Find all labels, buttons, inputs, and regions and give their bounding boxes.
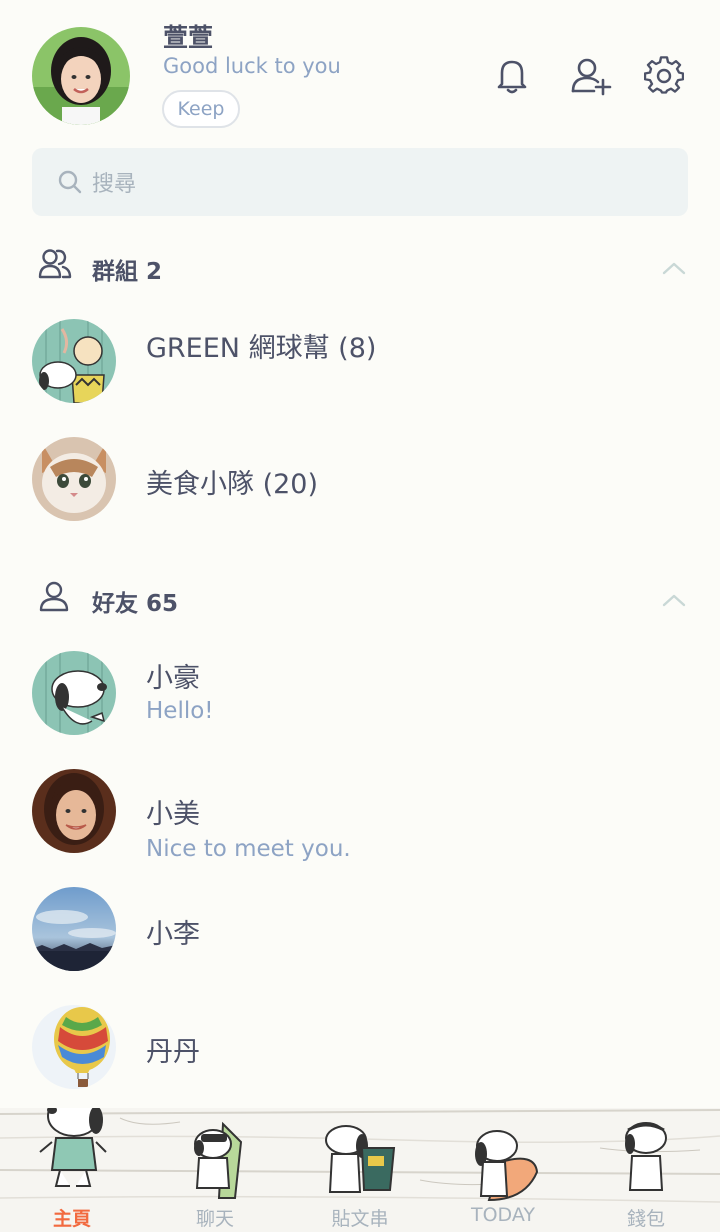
bell-icon: [497, 60, 527, 94]
chevron-up-icon: [662, 594, 686, 607]
friend-name: 小美: [146, 799, 200, 830]
friends-collapse-button[interactable]: [662, 592, 686, 607]
keep-button[interactable]: Keep: [162, 90, 240, 128]
group-name: 美食小隊 (20): [146, 469, 319, 500]
nav-chat[interactable]: 聊天: [165, 1108, 265, 1232]
nav-timeline[interactable]: 貼文串: [310, 1108, 410, 1232]
snoopy-timeline-icon: [325, 1125, 396, 1193]
friend-avatar: [32, 769, 116, 853]
nav-today[interactable]: TODAY: [453, 1108, 553, 1232]
add-friend-button[interactable]: [570, 56, 612, 96]
snoopy-chat-icon: [194, 1121, 243, 1199]
notifications-button[interactable]: [492, 56, 532, 96]
friend-row[interactable]: 小豪 Hello!: [0, 642, 720, 746]
settings-gear-icon: [643, 56, 685, 94]
friend-name: 丹丹: [146, 1037, 200, 1068]
bottom-nav: 主頁 聊天 貼文串 TODAY 錢包: [0, 1108, 720, 1232]
friend-avatar: [32, 1005, 116, 1089]
nav-label-home: 主頁: [52, 1208, 91, 1230]
settings-button[interactable]: [643, 56, 685, 96]
snoopy-wallet-icon: [625, 1122, 667, 1191]
friend-row[interactable]: 小李: [0, 878, 720, 982]
group-row[interactable]: GREEN 網球幫 (8): [0, 310, 720, 414]
nav-wallet[interactable]: 錢包: [596, 1108, 696, 1232]
friend-avatar: [32, 887, 116, 971]
group-name: GREEN 網球幫 (8): [146, 333, 377, 364]
nav-label-today: TODAY: [471, 1204, 535, 1226]
friend-name: 小李: [146, 919, 200, 950]
profile-name: 萱萱: [163, 23, 214, 52]
group-icon: [38, 248, 72, 284]
nav-home[interactable]: 主頁: [22, 1108, 122, 1232]
search-bar[interactable]: 搜尋: [32, 148, 688, 216]
profile-avatar[interactable]: [32, 27, 130, 125]
friend-status-message: Nice to meet you.: [146, 836, 351, 862]
friend-row[interactable]: 丹丹: [0, 996, 720, 1100]
snoopy-today-icon: [475, 1130, 539, 1202]
profile-status-message[interactable]: Good luck to you: [163, 54, 341, 78]
groups-section-title[interactable]: 群組 2: [92, 252, 162, 286]
group-avatar: [32, 437, 116, 521]
friend-name: 小豪: [146, 663, 200, 694]
snoopy-home-icon: [39, 1108, 107, 1187]
search-placeholder: 搜尋: [92, 172, 137, 197]
friend-status-message: Hello!: [146, 698, 214, 724]
nav-label-chat: 聊天: [195, 1208, 234, 1230]
chevron-up-icon: [662, 262, 686, 275]
nav-label-wallet: 錢包: [626, 1208, 665, 1230]
search-icon: [58, 170, 82, 194]
group-avatar: [32, 319, 116, 403]
friend-icon: [38, 581, 70, 617]
groups-collapse-button[interactable]: [662, 260, 686, 275]
friends-section-title[interactable]: 好友 65: [92, 584, 178, 618]
friend-avatar: [32, 651, 116, 735]
nav-label-timeline: 貼文串: [331, 1208, 389, 1230]
friend-row[interactable]: 小美 Nice to meet you.: [0, 760, 720, 864]
add-friend-icon: [571, 58, 612, 96]
group-row[interactable]: 美食小隊 (20): [0, 428, 720, 532]
